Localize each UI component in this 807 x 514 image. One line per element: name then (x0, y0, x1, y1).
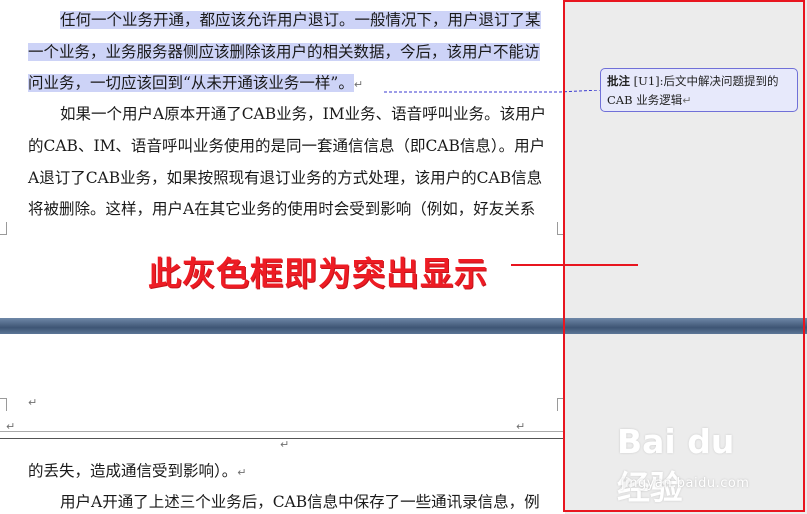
text-line: 的CAB、IM、语音呼叫业务使用的是同一套通信信息（即CAB信息）。用户 (28, 137, 546, 155)
header-separator (0, 438, 565, 439)
baidu-watermark: Bai du经验 jingyan.baidu.com (617, 422, 767, 507)
page-corner-mark (0, 398, 7, 411)
text-line: A退订了CAB业务，如果按照现有退订业务的方式处理，该用户的CAB信息 (28, 169, 543, 187)
text-line: 将被删除。这样，用户A在其它业务的使用时会受到影响（例如，好友关系 (28, 200, 536, 218)
text-line: 任何一个业务开通，都应该允许用户退订。一般情况下，用户退订了某 (60, 10, 541, 30)
paragraph-mark: ↵ (28, 396, 38, 409)
text-line: 如果一个用户A原本开通了CAB业务，IM业务、语音呼叫业务。该用户 (60, 105, 547, 123)
text-line: 用户A开通了上述三个业务后，CAB信息中保存了一些通讯录信息，例 (60, 493, 540, 511)
paragraph-mark: ↵ (353, 78, 364, 91)
highlighted-text: 问业务，一切应该回到“从未开通该业务一样”。 (28, 74, 354, 92)
paragraph-mark: ↵ (237, 466, 247, 479)
page-corner-mark (0, 222, 7, 235)
text-line-content: 的丢失，造成通信受到影响）。 (28, 462, 238, 480)
header-rule (0, 431, 565, 432)
highlighted-text: 任何一个业务开通，都应该允许用户退订。一般情况下，用户退订了某 (60, 11, 541, 29)
highlighted-text: 一个业务，业务服务器侧应该删除该用户的相关数据，今后，该用户不能访 (28, 43, 540, 61)
watermark-url: jingyan.baidu.com (621, 476, 750, 491)
text-line: 的丢失，造成通信受到影响）。↵ (28, 461, 246, 483)
watermark-logo: Bai du经验 (617, 422, 735, 507)
paragraph-mark: ↵ (280, 438, 290, 451)
text-line: 一个业务，业务服务器侧应该删除该用户的相关数据，今后，该用户不能访 (28, 42, 540, 62)
annotation-pointer-line (511, 264, 638, 266)
text-line: 问业务，一切应该回到“从未开通该业务一样”。↵ (28, 73, 363, 95)
annotation-caption: 此灰色框即为突出显示 (148, 254, 488, 293)
document-page-bottom[interactable] (0, 334, 565, 514)
